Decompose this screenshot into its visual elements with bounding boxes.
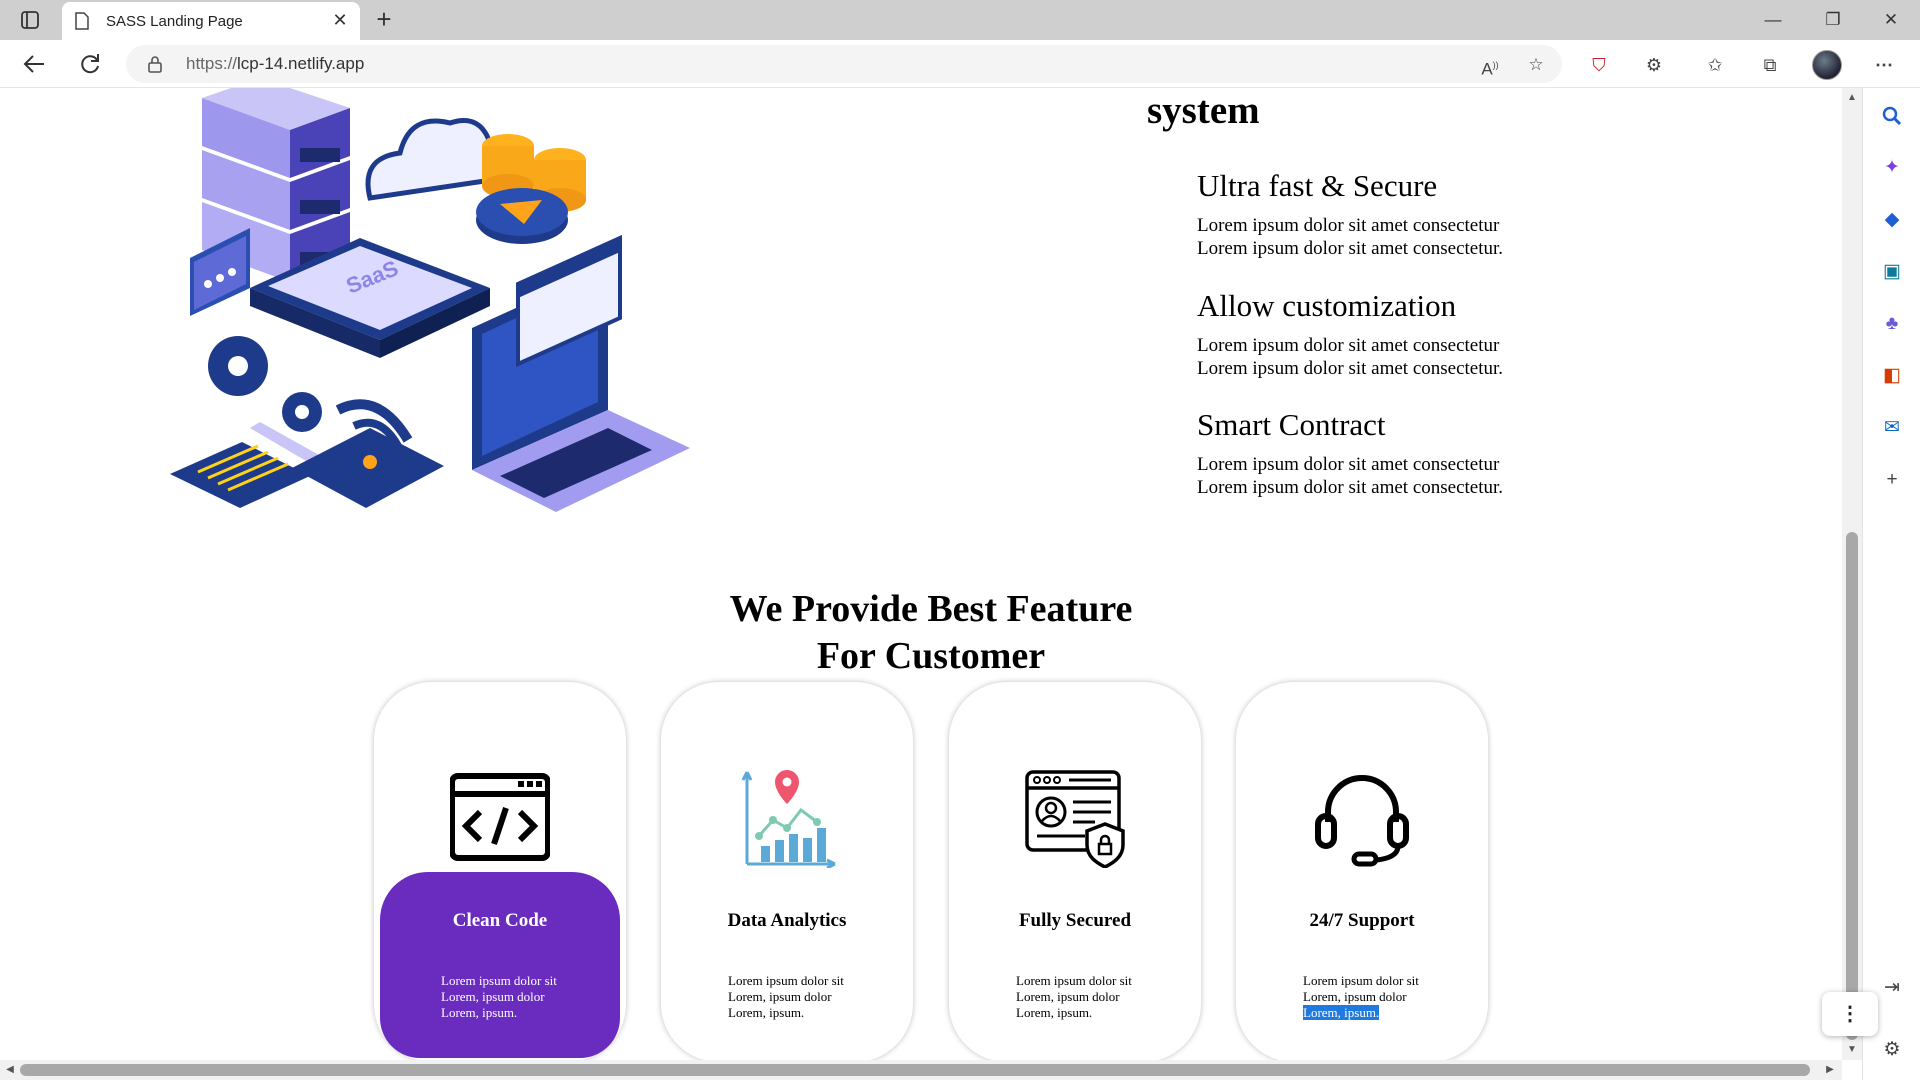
card-title: Fully Secured — [1018, 910, 1132, 931]
tab-bar: SASS Landing Page ✕ + — ❐ ✕ — [0, 0, 1920, 40]
card-text-line: Lorem ipsum dolor sit — [1016, 973, 1132, 988]
vertical-scroll-thumb[interactable] — [1846, 532, 1858, 1040]
feature-text: Lorem ipsum dolor sit amet consectetur. — [1197, 477, 1504, 498]
code-window-icon — [449, 768, 551, 868]
page-content: SaaS system Ultra fast & Secure Lorem ip… — [0, 88, 1842, 1060]
tools-briefcase-icon[interactable]: ▣ — [1880, 260, 1904, 284]
feature-card-fully-secured[interactable]: Fully Secured Lorem ipsum dolor sit Lore… — [949, 682, 1201, 1060]
scroll-left-arrow-icon[interactable]: ◀ — [2, 1060, 18, 1080]
feature-item: Ultra fast & Secure Lorem ipsum dolor si… — [1197, 168, 1637, 260]
profile-avatar[interactable] — [1812, 50, 1842, 80]
feature-text: Lorem ipsum dolor sit amet consectetur — [1197, 454, 1500, 475]
sidebar-settings-icon[interactable]: ⚙ — [1880, 1038, 1904, 1062]
office-icon[interactable]: ◧ — [1880, 364, 1904, 388]
feature-text: Lorem ipsum dolor sit amet consectetur — [1197, 215, 1500, 236]
new-tab-icon[interactable]: + — [370, 6, 398, 34]
add-favorite-icon[interactable]: ☆ — [1524, 53, 1548, 77]
secure-profile-icon — [1025, 768, 1125, 869]
card-text-line: Lorem, ipsum. — [1303, 1005, 1473, 1021]
feature-title: Smart Contract — [1197, 407, 1386, 442]
card-text: Lorem ipsum dolor sit Lorem, ipsum dolor… — [1016, 973, 1186, 1021]
feature-card-clean-code[interactable]: Clean Code Lorem ipsum dolor sit Lorem, … — [374, 682, 626, 1060]
card-text-line: Lorem, ipsum. — [1016, 1005, 1093, 1020]
feature-text: Lorem ipsum dolor sit amet consectetur. — [1197, 358, 1504, 379]
feature-card-data-analytics[interactable]: Data Analytics Lorem ipsum dolor sit Lor… — [661, 682, 913, 1060]
close-window-icon[interactable]: ✕ — [1868, 4, 1914, 36]
browser-toolbar: https://lcp-14.netlify.app A)) ☆ ⛉ ⚙ ✩ ⧉… — [0, 40, 1920, 88]
card-title: 24/7 Support — [1309, 910, 1415, 931]
scroll-right-arrow-icon[interactable]: ▶ — [1822, 1060, 1838, 1080]
extensions-icon[interactable]: ⚙ — [1641, 52, 1667, 78]
scroll-up-arrow-icon[interactable]: ▲ — [1842, 90, 1862, 106]
card-text: Lorem ipsum dolor sit Lorem, ipsum dolor… — [441, 973, 611, 1021]
active-tab[interactable]: SASS Landing Page ✕ — [62, 2, 360, 40]
selected-text: Lorem, ipsum. — [1303, 1005, 1380, 1020]
close-tab-icon[interactable]: ✕ — [330, 10, 350, 30]
card-text-line: Lorem, ipsum dolor — [1303, 989, 1407, 1004]
headset-icon — [1312, 768, 1412, 868]
feature-item: Smart Contract Lorem ipsum dolor sit ame… — [1197, 407, 1637, 499]
section-heading: system — [1147, 89, 1260, 132]
notepad-icon — [170, 442, 310, 508]
games-icon[interactable]: ♣ — [1880, 312, 1904, 336]
analytics-chart-icon — [737, 768, 837, 870]
card-text-line: Lorem ipsum dolor sit — [1303, 973, 1419, 988]
horizontal-scroll-thumb[interactable] — [20, 1064, 1810, 1076]
shopping-tag-icon[interactable]: ◆ — [1880, 208, 1904, 232]
saas-illustration: SaaS — [170, 88, 690, 512]
copilot-sparkle-icon[interactable]: ✦ — [1880, 156, 1904, 180]
page-icon — [74, 12, 90, 30]
minimize-icon[interactable]: — — [1750, 4, 1796, 36]
section-title-line: We Provide Best Feature — [729, 588, 1133, 630]
shield-extension-icon[interactable]: ⛉ — [1586, 52, 1612, 78]
url-host: lcp-14.netlify.app — [237, 54, 365, 73]
card-title: Data Analytics — [727, 910, 847, 931]
card-text-line: Lorem, ipsum. — [728, 1005, 805, 1020]
tab-title: SASS Landing Page — [106, 13, 243, 30]
card-text-line: Lorem ipsum dolor sit — [441, 973, 557, 988]
card-title: Clean Code — [452, 910, 548, 931]
refresh-icon[interactable] — [74, 48, 106, 80]
card-text-line: Lorem, ipsum dolor — [441, 989, 545, 1004]
card-highlight — [380, 872, 620, 1058]
feature-title: Allow customization — [1197, 288, 1457, 323]
favorites-icon[interactable]: ✩ — [1702, 52, 1728, 78]
add-sidebar-app-icon[interactable]: + — [1880, 468, 1904, 492]
url-text[interactable]: https://lcp-14.netlify.app — [186, 54, 364, 74]
feature-card-support[interactable]: 24/7 Support Lorem ipsum dolor sit Lorem… — [1236, 682, 1488, 1060]
read-aloud-icon[interactable]: A)) — [1478, 53, 1502, 79]
card-text-line: Lorem, ipsum dolor — [728, 989, 832, 1004]
lock-icon[interactable] — [148, 55, 162, 73]
features-section-title: We Provide Best Feature For Customer — [0, 586, 1842, 680]
page-options-button[interactable]: ⋮ — [1822, 992, 1878, 1036]
feature-title: Ultra fast & Secure — [1197, 168, 1438, 203]
gears-icon — [208, 336, 322, 432]
more-options-icon[interactable]: ⋯ — [1871, 52, 1897, 78]
collections-icon[interactable]: ⧉ — [1757, 52, 1783, 78]
section-title-line: For Customer — [816, 635, 1046, 677]
feature-item: Allow customization Lorem ipsum dolor si… — [1197, 288, 1637, 380]
card-text-line: Lorem ipsum dolor sit — [728, 973, 844, 988]
restore-icon[interactable]: ❐ — [1810, 4, 1856, 36]
tab-actions-icon[interactable] — [16, 8, 44, 32]
vertical-scrollbar[interactable]: ▲ ▼ — [1842, 88, 1862, 1060]
card-text-line: Lorem, ipsum. — [441, 1005, 518, 1020]
feature-text: Lorem ipsum dolor sit amet consectetur — [1197, 335, 1500, 356]
card-text-line: Lorem, ipsum dolor — [1016, 989, 1120, 1004]
outlook-icon[interactable]: ✉ — [1880, 416, 1904, 440]
feature-text: Lorem ipsum dolor sit amet consectetur. — [1197, 238, 1504, 259]
back-icon[interactable] — [18, 48, 50, 80]
horizontal-scrollbar[interactable]: ◀ ▶ — [0, 1060, 1842, 1080]
address-bar[interactable]: https://lcp-14.netlify.app A)) ☆ — [126, 45, 1562, 83]
scroll-down-arrow-icon[interactable]: ▼ — [1842, 1042, 1862, 1058]
card-text: Lorem ipsum dolor sit Lorem, ipsum dolor… — [1303, 973, 1473, 1021]
pie-chart-icon — [476, 188, 568, 244]
edge-sidebar: ✦ ◆ ▣ ♣ ◧ ✉ + ⇥ ⚙ — [1862, 88, 1920, 1080]
url-protocol: https:// — [186, 54, 238, 73]
card-text: Lorem ipsum dolor sit Lorem, ipsum dolor… — [728, 973, 898, 1021]
hide-sidebar-icon[interactable]: ⇥ — [1880, 976, 1904, 1000]
search-icon[interactable] — [1880, 104, 1904, 128]
